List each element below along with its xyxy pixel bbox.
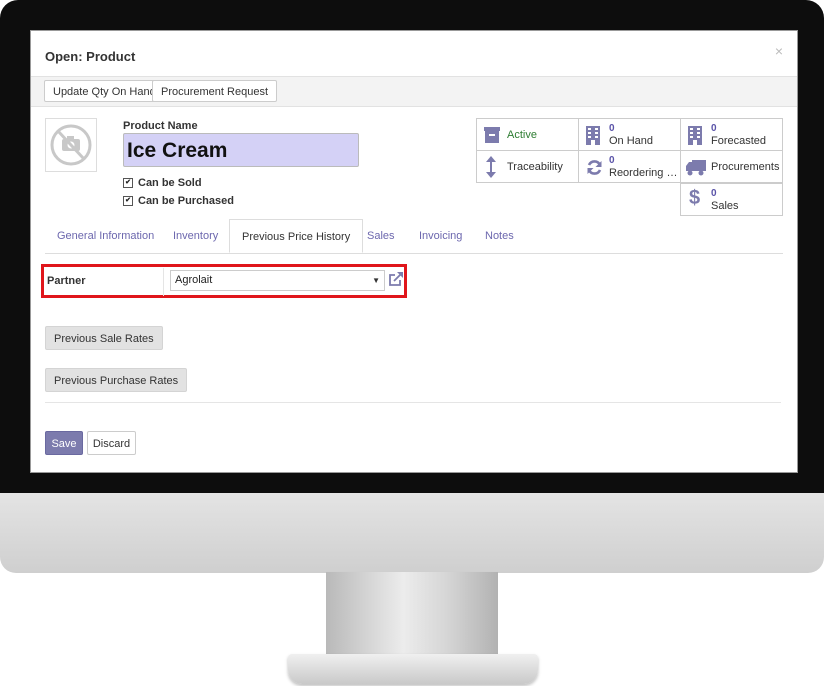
tab-invoicing[interactable]: Invoicing	[407, 219, 474, 253]
traceability-button[interactable]: Traceability	[476, 150, 579, 183]
reordering-count: 0	[609, 155, 615, 166]
close-icon[interactable]: ×	[775, 43, 783, 59]
can-be-sold-checkbox[interactable]: ✔ Can be Sold	[123, 177, 202, 189]
discard-button[interactable]: Discard	[87, 431, 136, 455]
update-qty-button[interactable]: Update Qty On Hand	[44, 80, 165, 102]
tab-inventory[interactable]: Inventory	[161, 219, 230, 253]
footer-divider	[45, 402, 781, 403]
tab-notes[interactable]: Notes	[473, 219, 526, 253]
external-link-icon[interactable]	[388, 271, 404, 292]
active-label: Active	[507, 129, 537, 141]
partner-field-highlight: Partner Agrolait ▼	[41, 264, 407, 298]
truck-icon	[686, 160, 706, 179]
archive-icon	[484, 126, 500, 147]
sales-label: Sales	[711, 200, 739, 212]
on-hand-count: 0	[609, 123, 615, 134]
reordering-label: Reordering R...	[609, 167, 681, 179]
partner-value: Agrolait	[175, 274, 213, 286]
can-be-purchased-label: Can be Purchased	[138, 195, 234, 207]
dollar-icon: $	[689, 187, 701, 209]
reordering-rules-button[interactable]: 0 Reordering R...	[578, 150, 681, 183]
active-toggle-button[interactable]: Active	[476, 118, 579, 151]
arrows-vertical-icon	[486, 156, 496, 181]
tab-general-information[interactable]: General Information	[45, 219, 166, 253]
refresh-icon	[586, 159, 603, 179]
partner-label: Partner	[47, 275, 86, 287]
header-action-bar: Update Qty On Hand Procurement Request	[31, 76, 797, 107]
product-name-input[interactable]: Ice Cream	[123, 133, 359, 167]
monitor-base	[288, 654, 538, 684]
previous-purchase-rates-button[interactable]: Previous Purchase Rates	[45, 368, 188, 392]
partner-select[interactable]: Agrolait ▼	[170, 270, 385, 291]
tab-previous-price-history[interactable]: Previous Price History	[229, 219, 364, 253]
field-divider	[163, 268, 164, 296]
previous-sale-rates-button[interactable]: Previous Sale Rates	[45, 326, 163, 350]
tab-sales[interactable]: Sales	[355, 219, 407, 253]
checkbox-checked-icon: ✔	[123, 196, 133, 206]
on-hand-button[interactable]: 0 On Hand	[578, 118, 681, 151]
can-be-purchased-checkbox[interactable]: ✔ Can be Purchased	[123, 195, 234, 207]
procurements-button[interactable]: Procurements	[680, 150, 783, 183]
building-icon	[586, 126, 600, 148]
forecasted-button[interactable]: 0 Forecasted	[680, 118, 783, 151]
can-be-sold-label: Can be Sold	[138, 177, 202, 189]
building-icon	[688, 126, 702, 148]
procurements-label: Procurements	[711, 161, 780, 173]
camera-placeholder-icon	[50, 124, 92, 166]
traceability-label: Traceability	[507, 161, 563, 173]
sales-count: 0	[711, 188, 717, 199]
checkbox-checked-icon: ✔	[123, 178, 133, 188]
monitor-chin	[0, 493, 824, 573]
sales-button[interactable]: $ 0 Sales	[680, 183, 783, 216]
save-button[interactable]: Save	[45, 431, 83, 455]
caret-down-icon[interactable]: ▼	[372, 271, 380, 290]
modal-title: Open: Product	[45, 49, 136, 64]
on-hand-label: On Hand	[609, 135, 654, 147]
notebook-tabs: General Information Inventory Previous P…	[45, 219, 783, 254]
product-name-label: Product Name	[123, 120, 198, 132]
product-modal: Open: Product × Update Qty On Hand Procu…	[30, 30, 798, 473]
forecasted-label: Forecasted	[711, 135, 767, 147]
procurement-request-button[interactable]: Procurement Request	[152, 80, 277, 102]
product-image[interactable]	[45, 118, 97, 172]
forecasted-count: 0	[711, 123, 717, 134]
monitor-stand	[326, 572, 498, 662]
